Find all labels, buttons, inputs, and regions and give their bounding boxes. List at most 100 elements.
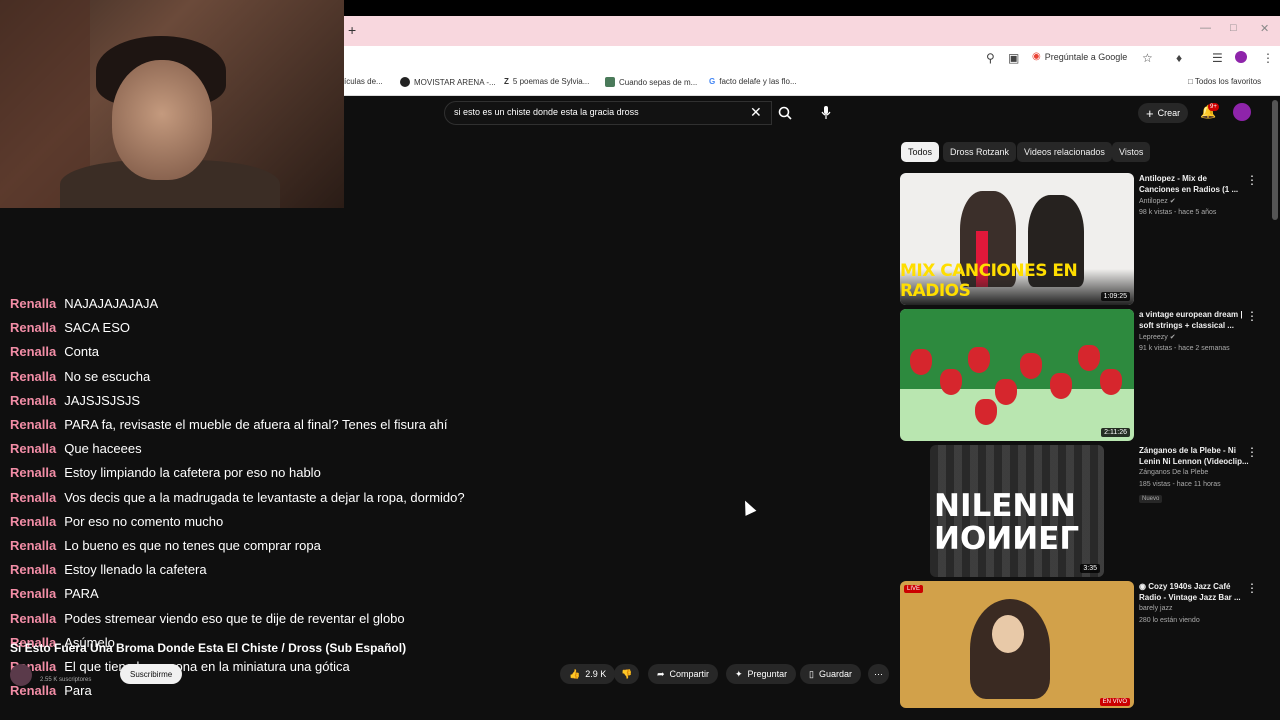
cast-icon[interactable]: ▣ <box>1008 51 1019 65</box>
search-button[interactable] <box>772 101 798 125</box>
sparkle-icon: ✦ <box>735 668 743 679</box>
chat-username: Renalla <box>10 562 57 578</box>
browser-menu-icon[interactable]: ⋮ <box>1262 51 1274 65</box>
extensions-icon[interactable]: ♦ <box>1176 51 1182 65</box>
account-avatar[interactable] <box>1233 103 1251 121</box>
share-button[interactable]: ➦ Compartir <box>648 664 719 684</box>
search-query-text: si esto es un chiste donde esta la graci… <box>454 107 639 117</box>
chat-message-text: Estoy llenado la cafetera <box>64 562 207 578</box>
bookmark-item[interactable]: Cuando sepas de m... <box>605 77 697 87</box>
chat-message-text: Para <box>64 683 92 699</box>
more-vertical-icon[interactable]: ⋮ <box>1246 173 1258 187</box>
chat-message-text: Vos decis que a la madrugada te levantas… <box>64 489 465 505</box>
ask-button[interactable]: ✦ Preguntar <box>726 664 797 684</box>
bookmark-item[interactable]: Gfacto delafe y las flo... <box>709 77 797 86</box>
chat-message-text: PARA <box>64 586 99 602</box>
more-vertical-icon[interactable]: ⋮ <box>1246 581 1258 595</box>
chip-all[interactable]: Todos <box>901 142 940 162</box>
recommendation-title[interactable]: Antilopez - Mix de Canciones en Radios (… <box>1139 173 1249 195</box>
video-thumbnail[interactable]: MIX CANCIONES EN RADIOS 1:09:25 <box>900 173 1134 305</box>
recommendation-channel[interactable]: Lepreezy ✔ <box>1139 333 1176 341</box>
maximize-icon[interactable]: □ <box>1230 22 1237 34</box>
recommendation-title[interactable]: ◉ Cozy 1940s Jazz Café Radio - Vintage J… <box>1139 581 1249 603</box>
chat-username: Renalla <box>10 513 57 529</box>
folder-icon: □ <box>1188 77 1193 86</box>
chat-message-text: Por eso no comento mucho <box>64 513 224 529</box>
chip-dross-rotzank[interactable]: Dross Rotzank <box>943 142 1017 162</box>
thumbs-up-icon: 👍 <box>569 668 581 679</box>
thumbnail-strawberry <box>1078 345 1100 371</box>
more-actions-button[interactable]: ⋯ <box>868 664 889 684</box>
thumbnail-strawberry <box>910 349 932 375</box>
verified-icon: ✔ <box>1169 198 1176 205</box>
bookmark-item[interactable]: Z5 poemas de Sylvia... <box>504 77 589 86</box>
chat-message: Renalla SACA ESO <box>10 320 130 335</box>
recommendation-title[interactable]: Zánganos de la Plebe - Ni Lenin Ni Lenno… <box>1139 445 1249 467</box>
chat-message-text: PARA fa, revisaste el mueble de afuera a… <box>64 417 448 432</box>
mouse-cursor-icon <box>739 498 757 516</box>
thumbs-down-icon: 👎 <box>621 668 633 679</box>
voice-search-button[interactable] <box>814 101 838 125</box>
recommendation-item[interactable]: 2:11:26 a vintage european dream | soft … <box>900 309 1270 441</box>
video-thumbnail[interactable]: LIVE EN VIVO <box>900 581 1134 708</box>
notifications-badge: 9+ <box>1208 103 1219 111</box>
chat-username: Renalla <box>10 441 57 457</box>
recommendation-item[interactable]: NILENIN NONNEL 3:35 Zánganos de la Plebe … <box>900 445 1270 577</box>
chat-message: Renalla Conta <box>10 344 99 359</box>
chat-message: Renalla NAJAJAJAJAJA <box>10 298 158 311</box>
profile-avatar[interactable] <box>1235 51 1247 63</box>
address-bar[interactable] <box>344 46 1280 70</box>
recommendation-title[interactable]: a vintage european dream | soft strings … <box>1139 309 1249 331</box>
more-vertical-icon[interactable]: ⋮ <box>1246 445 1258 459</box>
chat-message: Renalla PARA fa, revisaste el mueble de a… <box>10 417 448 432</box>
all-favorites-folder[interactable]: □ Todos los favoritos <box>1188 77 1261 86</box>
like-button[interactable]: 👍 2.9 K <box>560 664 616 684</box>
new-tab-button[interactable]: + <box>348 22 356 38</box>
chat-message: Renalla PARA <box>10 586 99 601</box>
clear-search-icon[interactable]: ✕ <box>750 104 762 121</box>
recommendation-channel[interactable]: Zánganos De la Plebe <box>1139 469 1208 476</box>
minimize-icon[interactable]: — <box>1200 22 1211 34</box>
close-window-icon[interactable]: ✕ <box>1260 22 1269 35</box>
chat-message: Renalla Que haceees <box>10 441 142 456</box>
chat-message: Renalla Estoy llenado la cafetera <box>10 562 207 577</box>
chat-username: Renalla <box>10 586 57 602</box>
subscribe-button[interactable]: Suscribirme <box>120 664 183 684</box>
video-thumbnail[interactable]: NILENIN NONNEL 3:35 <box>930 445 1104 577</box>
recommendation-meta: 91 k vistas - hace 2 semanas <box>1139 345 1230 352</box>
new-badge: Nuevo <box>1139 495 1163 503</box>
verified-icon: ✔ <box>1169 334 1176 341</box>
webcam-overlay <box>0 0 344 208</box>
page-scrollbar[interactable] <box>1272 100 1278 220</box>
media-controls-icon[interactable]: ☰ <box>1212 51 1223 65</box>
channel-avatar[interactable] <box>10 664 32 686</box>
save-button[interactable]: ▯ Guardar <box>800 664 861 684</box>
more-vertical-icon[interactable]: ⋮ <box>1246 309 1258 323</box>
thumbnail-strawberry <box>968 347 990 373</box>
bookmark-item[interactable]: MOVISTAR ARENA -... <box>400 77 496 87</box>
thumbnail-caption-line: NONNEL <box>934 518 1080 554</box>
bookmark-star-icon[interactable]: ☆ <box>1142 51 1153 65</box>
recommendation-item[interactable]: MIX CANCIONES EN RADIOS 1:09:25 Antilope… <box>900 173 1270 305</box>
chat-message-text: Que haceees <box>64 441 142 457</box>
like-count: 2.9 K <box>585 669 607 679</box>
video-duration: 2:11:26 <box>1101 428 1130 437</box>
recommendation-item[interactable]: LIVE EN VIVO ◉ Cozy 1940s Jazz Café Radi… <box>900 581 1270 708</box>
recommendation-channel[interactable]: barely jazz <box>1139 605 1172 612</box>
chip-related-videos[interactable]: Videos relacionados <box>1017 142 1112 162</box>
video-duration: 1:09:25 <box>1100 292 1130 301</box>
create-button[interactable]: + Crear <box>1138 103 1189 123</box>
dislike-button[interactable]: 👎 <box>614 664 640 684</box>
chat-message-text: Estoy limpiando la cafetera por eso no h… <box>64 465 321 481</box>
plus-icon: + <box>1146 105 1154 121</box>
chat-message: Renalla Por eso no comento mucho <box>10 514 223 529</box>
zoom-icon[interactable]: ⚲ <box>986 51 995 65</box>
all-favorites-label: Todos los favoritos <box>1194 77 1262 86</box>
chat-username: Renalla <box>10 489 57 505</box>
thumbnail-caption: NILENIN NONNEL <box>934 491 1080 555</box>
chip-watched[interactable]: Vistos <box>1112 142 1151 162</box>
video-thumbnail[interactable]: 2:11:26 <box>900 309 1134 441</box>
ask-google-button[interactable]: ◉ Pregúntale a Google <box>1032 51 1127 62</box>
bookmark-item[interactable]: ículas de... <box>344 77 383 86</box>
recommendation-channel[interactable]: Antilopez ✔ <box>1139 197 1176 205</box>
